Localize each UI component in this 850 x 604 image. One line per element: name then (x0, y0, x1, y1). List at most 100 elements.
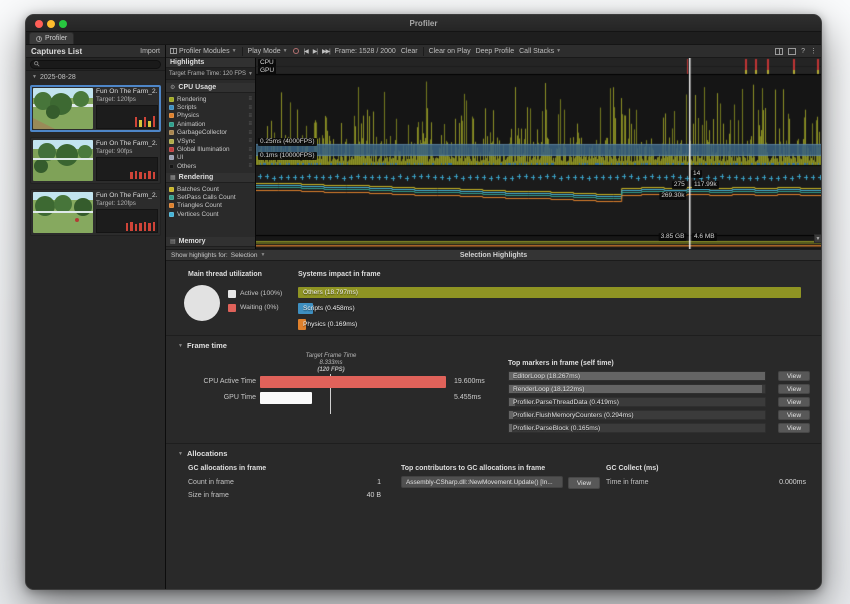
target-frame-time-dropdown[interactable]: Target Frame Time: 120 FPS▼ (166, 68, 255, 80)
minimize-window-button[interactable] (47, 20, 55, 28)
threshold-label-025ms: 0.25ms (4000FPS) (258, 138, 317, 146)
play-mode-dropdown[interactable]: Play Mode▼ (248, 48, 288, 55)
captures-search-input[interactable] (30, 60, 161, 69)
capture-thumbnail (33, 140, 93, 181)
captures-list-title: Captures List (31, 47, 82, 56)
profiler-charts-canvas[interactable] (256, 58, 822, 249)
view-button[interactable]: View (568, 477, 600, 489)
legend-item-others[interactable]: Others≡ (166, 162, 255, 170)
legend-item-batches-count[interactable]: Batches Count (166, 185, 255, 193)
cpu-active-time-value: 19.600ms (454, 378, 485, 385)
legend-item-global-illumination[interactable]: Global Illumination≡ (166, 145, 255, 153)
allocations-foldout[interactable]: ▼ Allocations (178, 449, 227, 458)
drag-handle-icon[interactable]: ≡ (248, 121, 252, 127)
view-button[interactable]: View (778, 410, 810, 420)
import-button[interactable]: Import (140, 48, 160, 55)
legend-item-ui[interactable]: UI≡ (166, 154, 255, 162)
highlights-module-header[interactable]: Highlights (166, 58, 255, 68)
memory-module-header[interactable]: ▤ Memory (166, 237, 255, 247)
capture-name: Fun On The Farm_2... (96, 88, 158, 95)
legend-swatch (169, 164, 174, 169)
call-stacks-dropdown[interactable]: Call Stacks▼ (519, 48, 561, 55)
memory-chart-dropdown-icon[interactable]: ▼ (814, 234, 822, 243)
module-legend-column: Highlights Target Frame Time: 120 FPS▼ ⚙… (166, 58, 256, 249)
systems-bar-physics: Physics (0.169ms) (298, 319, 306, 330)
legend-swatch (169, 130, 174, 135)
drag-handle-icon[interactable]: ≡ (248, 113, 252, 119)
save-icon[interactable] (788, 48, 796, 55)
deep-profile-toggle[interactable]: Deep Profile (476, 48, 515, 55)
legend-item-triangles-count[interactable]: Triangles Count (166, 202, 255, 210)
size-in-frame-label: Size in frame (188, 492, 229, 499)
marker-memory-gc: 4.6 MB (692, 233, 717, 241)
legend-item-setpass-calls-count[interactable]: SetPass Calls Count (166, 193, 255, 201)
legend-swatch (169, 139, 174, 144)
legend-item-animation[interactable]: Animation≡ (166, 120, 255, 128)
gc-collect-title: GC Collect (ms) (606, 465, 659, 472)
drag-handle-icon[interactable]: ≡ (248, 130, 252, 136)
legend-item-vsync[interactable]: VSync≡ (166, 137, 255, 145)
foldout-arrow-icon: ▼ (178, 343, 183, 349)
cpu-usage-module-header[interactable]: ⚙ CPU Usage (166, 83, 255, 93)
legend-item-vertices-count[interactable]: Vertices Count (166, 210, 255, 218)
marker-row-editorloop: EditorLoop (18.267ms) (508, 371, 766, 381)
legend-item-scripts[interactable]: Scripts≡ (166, 103, 255, 111)
view-button[interactable]: View (778, 423, 810, 433)
legend-item-rendering[interactable]: Rendering≡ (166, 95, 255, 103)
profiler-gauge-icon (36, 36, 42, 42)
marker-triangles-value: 117.99k (692, 181, 719, 189)
drag-handle-icon[interactable]: ≡ (248, 96, 252, 102)
gc-allocations-title: GC allocations in frame (188, 465, 266, 472)
capture-name: Fun On The Farm_2... (96, 192, 158, 199)
legend-swatch (169, 147, 174, 152)
drag-handle-icon[interactable]: ≡ (248, 147, 252, 153)
window-title: Profiler (26, 15, 821, 32)
active-legend-swatch (228, 290, 236, 298)
drag-handle-icon[interactable]: ≡ (248, 163, 252, 169)
legend-swatch (169, 203, 174, 208)
view-button[interactable]: View (778, 397, 810, 407)
capture-item-1[interactable]: Fun On The Farm_2... Target: 120fps (30, 85, 161, 132)
view-button[interactable]: View (778, 371, 810, 381)
marker-row-flushmemorycounters: Profiler.FlushMemoryCounters (0.294ms) (508, 410, 766, 420)
record-icon[interactable] (293, 48, 299, 54)
tab-bar: Profiler (26, 32, 821, 45)
time-in-frame-label: Time in frame (606, 479, 649, 486)
clear-button[interactable]: Clear (401, 48, 418, 55)
layout-icon[interactable] (775, 48, 783, 55)
marker-row-parseblock: Profiler.ParseBlock (0.165ms) (508, 423, 766, 433)
drag-handle-icon[interactable]: ≡ (248, 138, 252, 144)
current-frame-button[interactable]: ▶▶| (322, 48, 330, 55)
view-button[interactable]: View (778, 384, 810, 394)
count-in-frame-label: Count in frame (188, 479, 234, 486)
capture-target: Target: 120fps (96, 96, 158, 103)
rendering-module-header[interactable]: ▦ Rendering (166, 173, 255, 183)
clear-on-play-toggle[interactable]: Clear on Play (429, 48, 471, 55)
chevron-down-icon: ▼ (32, 74, 37, 80)
frame-counter: Frame: 1528 / 2000 (335, 48, 396, 55)
close-window-button[interactable] (35, 20, 43, 28)
legend-item-physics[interactable]: Physics≡ (166, 112, 255, 120)
tab-profiler[interactable]: Profiler (29, 32, 74, 44)
selection-highlights-title: Selection Highlights (166, 252, 821, 259)
next-frame-button[interactable]: ▶| (313, 48, 317, 55)
desktop-background: Profiler Profiler Captures List Import (0, 0, 850, 604)
drag-handle-icon[interactable]: ≡ (248, 105, 252, 111)
frame-time-foldout[interactable]: ▼ Frame time (178, 341, 227, 350)
top-contributor-item[interactable]: Assembly-CSharp.dll::NewMovement.Update(… (401, 476, 563, 488)
profiler-modules-dropdown[interactable]: Profiler Modules▼ (170, 48, 237, 55)
kebab-menu-icon[interactable]: ⋮ (810, 47, 817, 55)
legend-item-garbagecollector[interactable]: GarbageCollector≡ (166, 129, 255, 137)
capture-item-3[interactable]: Fun On The Farm_2... Target: 120fps (30, 189, 161, 236)
capture-item-2[interactable]: Fun On The Farm_2... Target: 90fps (30, 137, 161, 184)
maximize-window-button[interactable] (59, 20, 67, 28)
gpu-time-bar (260, 392, 446, 404)
waiting-legend-swatch (228, 304, 236, 312)
capture-frame-bars (96, 157, 158, 181)
previous-frame-button[interactable]: |◀ (304, 48, 308, 55)
help-icon[interactable]: ? (801, 48, 805, 55)
drag-handle-icon[interactable]: ≡ (248, 155, 252, 161)
threshold-label-01ms: 0.1ms (10000FPS) (258, 152, 317, 160)
gear-icon: ⚙ (170, 84, 175, 91)
capture-group-row[interactable]: ▼ 2025-08-28 (26, 71, 165, 83)
